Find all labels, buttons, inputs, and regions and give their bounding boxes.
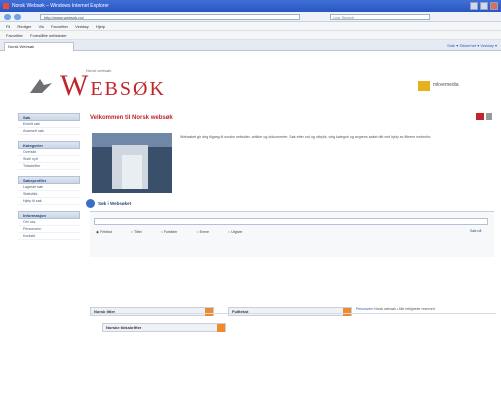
address-bar: http://www.websok.no/ Live Search	[0, 12, 501, 22]
favorites-bar: Favoritter Foreslåtte nettsteder	[0, 31, 501, 40]
menu-edit[interactable]: Rediger	[17, 22, 31, 31]
sidebar-section-search: Søk Enkelt søk Avansert søk	[18, 113, 80, 135]
partner-logo[interactable]: mkvemedia	[418, 81, 480, 91]
sidebar-item[interactable]: Siste nytt	[18, 156, 80, 163]
page-title: Velkommen til Norsk websøk	[90, 115, 173, 121]
menu-file[interactable]: Fil	[6, 22, 10, 31]
dropdown-arrow-icon	[343, 308, 351, 316]
menu-help[interactable]: Hjelp	[96, 22, 105, 31]
window-title-bar: Norsk Websøk – Windows Internet Explorer	[0, 0, 501, 12]
page-footer: Personvern Norsk websøk • Alle rettighet…	[356, 307, 435, 311]
search-panel: ◉ Fritekst ○ Tittel ○ Forfatter ○ Emne ○…	[90, 211, 494, 257]
sidebar-head[interactable]: Informasjon	[18, 211, 80, 219]
partner-name: mkvemedia	[433, 82, 459, 88]
menu-tools[interactable]: Verktøy	[75, 22, 89, 31]
dropdown-arrow-icon	[205, 308, 213, 316]
sidebar-section-profiles: Søkeprofiler Lagrede søk Statistikk Hjel…	[18, 176, 80, 205]
sidebar-item[interactable]: Tidsskrifter	[18, 163, 80, 170]
search-icon	[86, 199, 95, 208]
brand-rest: EBSØK	[90, 78, 166, 100]
radio-option[interactable]: ◉ Fritekst	[96, 230, 121, 234]
intro-text: Websøket gir deg tilgang til norske nett…	[180, 135, 432, 139]
browser-search-input[interactable]: Live Search	[330, 14, 430, 20]
building-photo	[92, 133, 172, 193]
sidebar-section-categories: Kategorier Oversikt Siste nytt Tidsskrif…	[18, 141, 80, 170]
back-button[interactable]	[4, 14, 11, 20]
footer-divider	[90, 313, 496, 314]
radio-option[interactable]: ○ Forfatter	[161, 230, 187, 234]
radio-option[interactable]: ○ Tittel	[131, 230, 151, 234]
partner-logo-icon	[418, 81, 430, 91]
radio-option[interactable]: ○ Emne	[196, 230, 218, 234]
sidebar-head[interactable]: Søk	[18, 113, 80, 121]
sidebar-head[interactable]: Søkeprofiler	[18, 176, 80, 184]
sidebar-item[interactable]: Avansert søk	[18, 128, 80, 135]
browser-icon	[3, 3, 9, 9]
brand-logo[interactable]: WEBSØK	[60, 69, 166, 103]
command-bar-tools[interactable]: Side ▾ Sikkerhet ▾ Verktøy ▾	[447, 41, 497, 50]
sidebar-section-info: Informasjon Om oss Personvern Kontakt	[18, 211, 80, 240]
footer-text: Norsk websøk • Alle rettigheter reserver…	[374, 307, 435, 311]
dropdown-journals[interactable]: Norske tidsskrifter	[102, 323, 226, 332]
search-section-title: Søk i Websøket	[98, 201, 132, 206]
share-icon[interactable]	[486, 113, 492, 120]
dropdown-arrow-icon	[217, 324, 225, 332]
menu-favorites[interactable]: Favoritter	[51, 22, 68, 31]
menu-bar: Fil Rediger Vis Favoritter Verktøy Hjelp	[0, 22, 501, 31]
tab-websok[interactable]: Norsk Websøk	[4, 42, 74, 51]
brand-initial: W	[60, 69, 91, 102]
logo-bird-icon	[30, 79, 52, 93]
search-scope-options: ◉ Fritekst ○ Tittel ○ Forfatter ○ Emne ○…	[96, 230, 261, 234]
maximize-button[interactable]	[480, 2, 488, 10]
minimize-button[interactable]	[470, 2, 478, 10]
search-input[interactable]	[94, 218, 488, 225]
url-field[interactable]: http://www.websok.no/	[40, 14, 300, 20]
sidebar-head[interactable]: Kategorier	[18, 141, 80, 149]
dropdown-fulltext[interactable]: Fulltekst	[228, 307, 352, 316]
sidebar-item[interactable]: Om oss	[18, 219, 80, 226]
sidebar-item[interactable]: Oversikt	[18, 149, 80, 156]
sidebar-item[interactable]: Kontakt	[18, 233, 80, 240]
footer-link[interactable]: Personvern	[356, 307, 373, 311]
menu-view[interactable]: Vis	[39, 22, 44, 31]
sidebar-item[interactable]: Personvern	[18, 226, 80, 233]
radio-option[interactable]: ○ Utgiver	[228, 230, 252, 234]
window-title: Norsk Websøk – Windows Internet Explorer	[12, 3, 109, 9]
sidebar-item[interactable]: Hjelp til søk	[18, 198, 80, 205]
web-page: Norsk websøk WEBSØK mkvemedia Søk Enkelt…	[0, 51, 501, 402]
suggested-sites-link[interactable]: Foreslåtte nettsteder	[30, 31, 67, 40]
print-icon[interactable]	[476, 113, 484, 120]
sidebar-item[interactable]: Lagrede søk	[18, 184, 80, 191]
close-button[interactable]	[490, 2, 498, 10]
search-button[interactable]: Søk nå	[470, 229, 481, 233]
favorites-button[interactable]: Favoritter	[6, 31, 23, 40]
dropdown-titles[interactable]: Norsk titler	[90, 307, 214, 316]
sidebar: Søk Enkelt søk Avansert søk Kategorier O…	[18, 113, 80, 303]
sidebar-item[interactable]: Enkelt søk	[18, 121, 80, 128]
tab-bar: Norsk Websøk Side ▾ Sikkerhet ▾ Verktøy …	[0, 40, 501, 51]
sidebar-item[interactable]: Statistikk	[18, 191, 80, 198]
site-header: Norsk websøk WEBSØK mkvemedia	[0, 51, 501, 106]
forward-button[interactable]	[14, 14, 21, 20]
